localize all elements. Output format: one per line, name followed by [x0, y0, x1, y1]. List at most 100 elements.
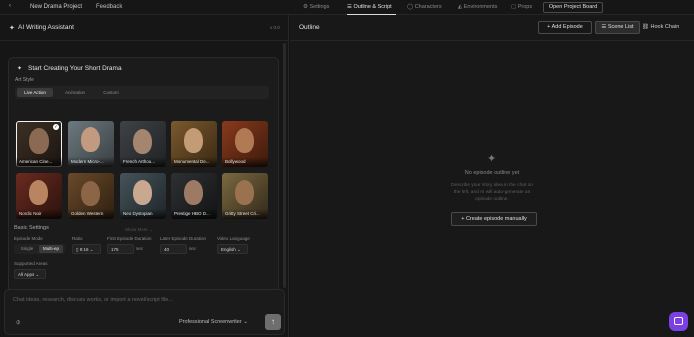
style-american-cine[interactable]: ✓ American Cine... — [16, 121, 62, 167]
art-style-label: Art Style — [15, 77, 34, 83]
back-icon[interactable]: ‹ — [9, 3, 11, 9]
add-episode-label: Add Episode — [551, 24, 583, 30]
outline-panel: Outline + Add Episode ☰ Scene List ⛓ Hoo… — [290, 15, 694, 337]
style-label: Bollywood — [222, 157, 268, 167]
tab-characters-label: Characters — [414, 4, 442, 10]
create-episode-manually-button[interactable]: + Create episode manually — [451, 212, 537, 226]
empty-description-line1: Describe your story idea in the chat on — [451, 183, 533, 188]
style-nordic-noir[interactable]: Nordic Noir — [16, 173, 62, 219]
portrait-image — [81, 181, 100, 206]
episode-mode-toggle: Single Multi-ep — [14, 244, 65, 254]
portrait-image — [133, 129, 152, 154]
tab-props[interactable]: ▢ Props — [511, 4, 532, 10]
tab-animation[interactable]: Animation — [57, 88, 93, 97]
sparkle-icon: ✦ — [9, 25, 15, 32]
chat-support-button[interactable] — [669, 312, 688, 331]
open-project-board-button[interactable]: Open Project Board — [543, 2, 603, 13]
hook-chain-button[interactable]: ⛓ Hook Chain — [642, 24, 679, 30]
sparkles-icon: ✦ — [17, 66, 23, 72]
supported-areas-label: Supported Areas — [14, 261, 48, 266]
feedback-link[interactable]: Feedback — [96, 4, 122, 10]
style-french-arthouse[interactable]: French Arthou... — [120, 121, 166, 167]
style-label: American Cine... — [16, 157, 62, 167]
portrait-image — [235, 128, 254, 153]
chat-box: Chat ideas, research, discuss works, or … — [4, 289, 285, 335]
portrait-image — [133, 180, 152, 205]
basic-settings-heading: Basic Settings — [14, 225, 49, 231]
style-monumental[interactable]: Monumental De... — [171, 121, 217, 167]
style-label: Monumental De... — [171, 157, 217, 167]
add-episode-button[interactable]: + Add Episode — [538, 21, 592, 34]
portrait-image — [81, 127, 100, 152]
project-name[interactable]: New Drama Project — [30, 4, 82, 10]
assistant-title: AI Writing Assistant — [18, 24, 74, 31]
portrait-image — [184, 180, 203, 205]
paperclip-icon[interactable]: ⌀ — [14, 318, 23, 326]
card-title: Start Creating Your Short Drama — [28, 65, 122, 72]
check-icon: ✓ — [53, 124, 59, 130]
tab-characters[interactable]: ◯ Characters — [407, 4, 442, 10]
first-duration-input[interactable]: 175 — [107, 244, 134, 254]
later-duration-input[interactable]: 40 — [160, 244, 187, 254]
empty-description-line2: the left, and AI will auto-generate an — [453, 190, 531, 195]
tab-live-action[interactable]: Live Action — [17, 88, 53, 97]
tab-settings[interactable]: ⚙ Settings — [303, 4, 329, 10]
empty-description-line3: episode outline. — [475, 197, 509, 202]
show-more-button[interactable]: Show More ⌄ — [125, 227, 153, 233]
style-modern-micro[interactable]: Modern Micro-... — [68, 121, 114, 167]
ratio-select[interactable]: ▯ 9:16 ⌄ — [72, 244, 101, 254]
tab-outline-script[interactable]: ☰ Outline & Script — [347, 4, 392, 10]
platform-select[interactable]: All Apps ⌄ — [14, 269, 46, 279]
persona-label: Professional Screenwriter — [179, 319, 242, 325]
sec-unit: sec — [136, 246, 144, 251]
sparkle-icon: ✦ — [487, 153, 497, 165]
video-language-label: Video Language — [217, 236, 250, 241]
portrait-image — [235, 180, 254, 205]
first-episode-duration-label: First Episode Duration — [107, 236, 152, 241]
episode-mode-label: Episode Mode — [14, 236, 43, 241]
language-select[interactable]: English ⌄ — [217, 244, 248, 254]
portrait-image — [184, 128, 203, 153]
tab-environments-label: Environments — [463, 4, 498, 10]
show-more-label: Show More — [125, 227, 148, 232]
chat-icon — [674, 317, 683, 325]
later-episode-duration-label: Later Episode Duration — [160, 236, 207, 241]
mobile-icon: ▯ — [76, 247, 79, 252]
mode-single[interactable]: Single — [16, 245, 38, 253]
style-golden-western[interactable]: Golden Western — [68, 173, 114, 219]
chat-input[interactable]: Chat ideas, research, discuss works, or … — [13, 297, 173, 303]
style-label: Modern Micro-... — [68, 157, 114, 167]
language-value: English — [221, 247, 236, 252]
hook-chain-label: Hook Chain — [650, 24, 680, 30]
portrait-image — [29, 180, 48, 205]
style-bollywood[interactable]: Bollywood — [222, 121, 268, 167]
send-button[interactable]: ↑ — [265, 314, 281, 330]
style-label: Prestige HBO D... — [171, 209, 217, 219]
tab-custom[interactable]: Custom — [95, 88, 127, 97]
outline-header: Outline + Add Episode ☰ Scene List ⛓ Hoo… — [290, 15, 694, 41]
persona-select[interactable]: Professional Screenwriter ⌄ — [179, 319, 248, 325]
scene-list-button[interactable]: ☰ Scene List — [595, 21, 640, 34]
top-bar: ‹ New Drama Project Feedback ⚙ Settings … — [0, 0, 694, 15]
tab-settings-label: Settings — [309, 4, 330, 10]
scrollbar[interactable] — [283, 43, 286, 288]
sec-unit: sec — [189, 246, 197, 251]
arrow-up-icon: ↑ — [271, 317, 275, 326]
version-label: v 0.0 — [270, 25, 280, 30]
tab-props-label: Props — [517, 4, 533, 10]
outline-title: Outline — [299, 24, 320, 31]
mode-multi-ep[interactable]: Multi-ep — [39, 245, 63, 253]
portrait-image — [29, 128, 49, 154]
style-prestige-hbo[interactable]: Prestige HBO D... — [171, 173, 217, 219]
ratio-value: 9:16 — [79, 247, 89, 252]
style-neo-dystopian[interactable]: Neo Dystopian — [120, 173, 166, 219]
tab-environments[interactable]: ◭ Environments — [458, 4, 497, 10]
style-label: Gritty Street Cri... — [222, 209, 268, 219]
ai-writing-assistant-panel: ✦ AI Writing Assistant v 0.0 ✦ Start Cre… — [0, 15, 289, 337]
style-tab-bar: Live Action Animation Custom — [15, 86, 269, 99]
tab-outline-label: Outline & Script — [353, 4, 392, 10]
empty-title: No episode outline yet — [464, 170, 520, 176]
style-label: French Arthou... — [120, 157, 166, 167]
ratio-label: Ratio — [72, 236, 83, 241]
style-gritty-street[interactable]: Gritty Street Cri... — [222, 173, 268, 219]
